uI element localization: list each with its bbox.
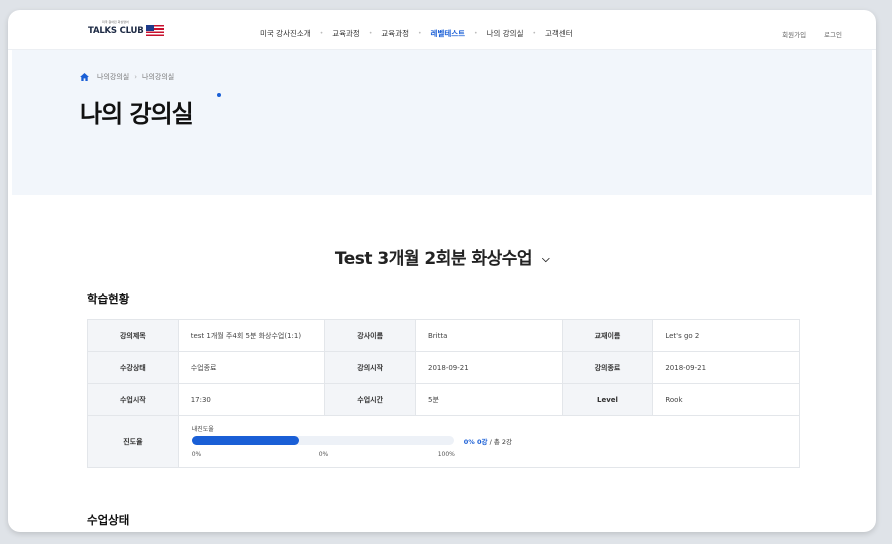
- table-row-progress: 진도율 내진도율 0% 0강 / 총 2강 0% 0% 100%: [87, 415, 801, 468]
- table-cell: 2018-09-21: [652, 351, 800, 384]
- logo-text: TALKS CLUB: [88, 26, 144, 36]
- table-row: 수강상태 수업종료 강의시작 2018-09-21 강의종료 2018-09-2…: [87, 351, 800, 384]
- nav-item-my-classroom[interactable]: 나의 강의실: [487, 28, 524, 39]
- table-header-cell: 강사이름: [324, 319, 416, 352]
- progress-text: 0% 0강 / 총 2강: [464, 436, 512, 446]
- study-status-title: 학습현황: [87, 292, 130, 306]
- course-select-dropdown[interactable]: Test 3개월 2회분 화상수업 ⌵: [8, 244, 876, 269]
- auth-links: 회원가입 로그인: [782, 29, 842, 39]
- table-cell: 수업종료: [177, 351, 326, 384]
- site-header: 미국 원어민 화상영어 TALKS CLUB 미국 강사진소개 • 교육과정 •…: [8, 10, 876, 50]
- nav-item-customer-center[interactable]: 고객센터: [545, 28, 573, 39]
- nav-item-level-test[interactable]: 레벨테스트: [431, 28, 466, 39]
- table-cell: Britta: [415, 319, 563, 352]
- progress-sub-label: 내진도율: [191, 426, 214, 433]
- table-header-cell: 수업시간: [324, 383, 416, 416]
- table-header-cell: Level: [561, 383, 654, 416]
- table-cell: Let's go 2: [652, 319, 800, 352]
- table-cell: 2018-09-21: [415, 351, 563, 384]
- table-row: 수업시작 17:30 수업시간 5분 Level Rook: [87, 383, 800, 416]
- table-header-cell: 수강상태: [87, 351, 179, 384]
- login-link[interactable]: 로그인: [824, 29, 842, 39]
- nav-item-curriculum[interactable]: 교육과정: [332, 28, 360, 39]
- breadcrumb: 나의강의실 › 나의강의실: [80, 72, 174, 82]
- us-flag-icon: [145, 25, 164, 36]
- progress-tick: 0%: [191, 451, 202, 458]
- chevron-down-icon: ⌵: [542, 253, 550, 265]
- table-cell: 5분: [415, 383, 563, 416]
- class-status-title: 수업상태: [87, 513, 130, 527]
- logo[interactable]: 미국 원어민 화상영어 TALKS CLUB: [88, 20, 164, 36]
- logo-tagline: 미국 원어민 화상영어: [102, 20, 129, 24]
- progress-percent: 0% 0강: [463, 438, 488, 446]
- nav-item-instructors[interactable]: 미국 강사진소개: [260, 28, 311, 39]
- table-header-cell: 수업시작: [87, 383, 179, 416]
- browser-frame: 미국 원어민 화상영어 TALKS CLUB 미국 강사진소개 • 교육과정 •…: [8, 10, 876, 532]
- signup-link[interactable]: 회원가입: [782, 29, 806, 39]
- progress-header-cell: 진도율: [87, 415, 179, 468]
- progress-cell: 내진도율 0% 0강 / 총 2강 0% 0% 100%: [177, 415, 801, 468]
- nav-separator: •: [474, 30, 478, 37]
- breadcrumb-item-current: 나의강의실: [142, 73, 175, 81]
- table-row: 강의제목 test 1개월 주4회 5분 화상수업(1:1) 강사이름 Brit…: [87, 319, 800, 352]
- table-header-cell: 교재이름: [561, 319, 654, 352]
- table-header-cell: 강의제목: [87, 319, 179, 352]
- progress-tick: 100%: [437, 451, 455, 458]
- table-header-cell: 강의종료: [561, 351, 654, 384]
- breadcrumb-item[interactable]: 나의강의실: [97, 72, 129, 82]
- progress-tick: 0%: [318, 451, 329, 458]
- home-icon[interactable]: [80, 73, 89, 81]
- progress-bar-fill: [191, 436, 300, 445]
- nav-separator: •: [418, 30, 422, 37]
- nav-separator: •: [368, 30, 373, 37]
- table-cell: Rook: [652, 383, 800, 416]
- nav-item-curriculum-2[interactable]: 교육과정: [381, 28, 409, 39]
- page-title: 나의 강의실: [80, 100, 194, 128]
- title-accent-dot: [217, 93, 221, 97]
- nav-separator: •: [532, 30, 537, 37]
- progress-bar: [191, 436, 454, 445]
- nav-separator: •: [319, 30, 324, 37]
- course-select-value: Test 3개월 2회분 화상수업: [334, 249, 533, 269]
- main-nav: 미국 강사진소개 • 교육과정 • 교육과정 • 레벨테스트 • 나의 강의실 …: [260, 28, 573, 39]
- progress-total: / 총 2강: [489, 438, 513, 446]
- study-status-table: 강의제목 test 1개월 주4회 5분 화상수업(1:1) 강사이름 Brit…: [87, 319, 801, 468]
- table-header-cell: 강의시작: [324, 351, 416, 384]
- breadcrumb-separator: ›: [134, 73, 138, 81]
- table-cell: 17:30: [177, 383, 326, 416]
- table-cell: test 1개월 주4회 5분 화상수업(1:1): [177, 319, 326, 352]
